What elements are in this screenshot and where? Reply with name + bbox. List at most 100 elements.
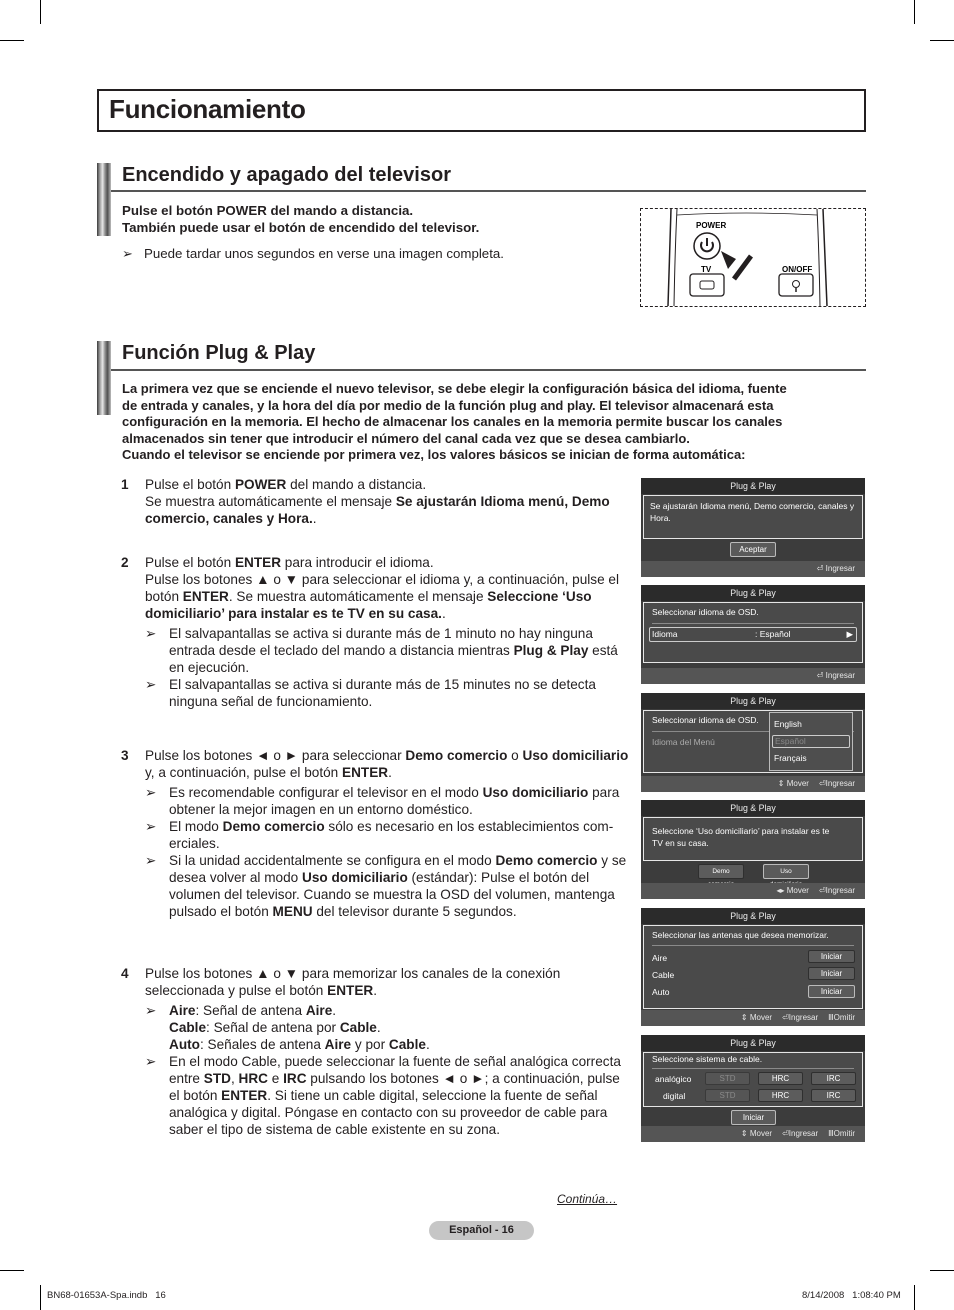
remote-tv-label: TV <box>701 265 712 274</box>
updown-icon: ⇕ <box>777 779 787 788</box>
osd-header: Plug & Play <box>641 908 865 924</box>
start-button[interactable]: Iniciar <box>731 1110 776 1125</box>
digital-std-option[interactable]: STD <box>705 1089 750 1102</box>
intro-line: Cuando el televisor se enciende por prim… <box>122 447 746 462</box>
step-note: ➢ El salvapantallas se activa si durante… <box>145 626 618 675</box>
language-value: : Español <box>755 629 791 639</box>
osd-screen-4: Plug & Play Seleccione ‘Uso domiciliario… <box>641 800 865 899</box>
analog-hrc-option[interactable]: HRC <box>758 1072 803 1085</box>
osd-panel: Seleccionar idioma de OSD. Idioma del Me… <box>643 710 863 773</box>
step-note: ➢ El modo Demo comercio sólo es necesari… <box>145 819 614 851</box>
power-note: ➢ Puede tardar unos segundos en verse una… <box>122 246 504 263</box>
osd-panel: Seleccionar las antenas que desea memori… <box>643 925 863 1009</box>
osd-message: Seleccionar las antenas que desea memori… <box>652 930 829 940</box>
intro-line: de entrada y canales, y la hora del día … <box>122 397 774 413</box>
step-2: 2 Pulse el botón ENTER para introducir e… <box>121 554 631 710</box>
tv-button-icon <box>689 273 725 297</box>
osd-header: Plug & Play <box>641 800 865 816</box>
osd-panel: Seleccione ‘Uso domiciliario’ para insta… <box>643 817 863 861</box>
step-number: 2 <box>121 555 129 570</box>
digital-irc-option[interactable]: IRC <box>811 1089 856 1102</box>
arrow-icon: ➢ <box>145 1054 157 1069</box>
updown-icon: ⇕ <box>740 1129 750 1138</box>
start-cable-button[interactable]: Iniciar <box>808 967 855 980</box>
osd-footer: ⇕ Mover ⏎ Ingresar Ⅲ Omitir <box>641 1010 865 1026</box>
updown-icon: ⇕ <box>740 1013 750 1022</box>
section-rule <box>111 369 866 371</box>
osd-screen-1: Plug & Play Se ajustarán Idioma menú, De… <box>641 478 865 577</box>
crop-mark <box>930 1270 954 1271</box>
menu-language-label: Idioma del Menú <box>652 737 715 747</box>
digital-hrc-option[interactable]: HRC <box>758 1089 803 1102</box>
power-instruction: Pulse el botón POWER del mando a distanc… <box>122 203 479 236</box>
crop-mark <box>40 1285 41 1310</box>
arrow-icon: ➢ <box>145 626 157 641</box>
option-english[interactable]: English <box>774 719 802 729</box>
option-francais[interactable]: Français <box>774 753 807 763</box>
step-number: 3 <box>121 748 129 763</box>
step-body: Pulse los botones ◄ o ► para seleccionar… <box>145 748 629 780</box>
step-note: ➢ En el modo Cable, puede seleccionar la… <box>145 1054 621 1137</box>
page-number-badge: Español - 16 <box>429 1221 534 1240</box>
remote-illustration: POWER TV ON/OFF <box>640 208 866 307</box>
footer-timestamp: 8/14/2008 1:08:40 PM <box>802 1290 901 1301</box>
osd-message: Seleccionar idioma de OSD. <box>652 607 759 617</box>
osd-footer: ◂▸ Mover ⏎ Ingresar <box>641 883 865 899</box>
continues-label: Continúa… <box>557 1192 618 1206</box>
step-4: 4 Pulse los botones ▲ o ▼ para memorizar… <box>121 965 631 1138</box>
option-espanol[interactable]: Español <box>772 735 850 748</box>
analog-std-option[interactable]: STD <box>705 1072 750 1085</box>
demo-store-button[interactable]: Demo comercio <box>698 864 744 888</box>
accept-button[interactable]: Aceptar <box>730 542 776 557</box>
arrow-icon: ➢ <box>122 246 133 261</box>
section-rule <box>111 190 866 192</box>
footer-filename: BN68-01653A-Spa.indb 16 <box>47 1290 166 1301</box>
osd-screen-2: Plug & Play Seleccionar idioma de OSD. I… <box>641 585 865 684</box>
step-note: ➢ Si la unidad accidentalmente se config… <box>145 853 627 919</box>
language-label: Idioma <box>652 629 678 639</box>
osd-message: Seleccione sistema de cable. <box>652 1054 763 1064</box>
section-heading-power: Encendido y apagado del televisor <box>122 164 451 186</box>
arrow-icon: ➢ <box>145 819 157 834</box>
arrow-icon: ➢ <box>145 1003 157 1018</box>
antenna-auto-label: Auto <box>652 987 670 997</box>
language-dropdown: English Español Français <box>769 712 853 771</box>
home-use-button[interactable]: Uso domiciliario <box>763 864 809 888</box>
power-line-2: También puede usar el botón de encendido… <box>122 219 480 235</box>
power-line-1: Pulse el botón POWER del mando a distanc… <box>122 203 414 218</box>
language-row[interactable]: Idioma : Español ▶ <box>649 627 857 642</box>
osd-footer: ⇕ Mover ⏎ Ingresar <box>641 776 865 792</box>
section-bar <box>97 163 111 236</box>
osd-footer: ⇕ Mover ⏎ Ingresar Ⅲ Omitir <box>641 1126 865 1142</box>
osd-message: Seleccione ‘Uso domiciliario’ para insta… <box>652 826 830 848</box>
analog-irc-option[interactable]: IRC <box>811 1072 856 1085</box>
page-title-box: Funcionamiento <box>97 89 866 132</box>
step-1: 1 Pulse el botón POWER del mando a dista… <box>121 476 631 527</box>
enter-icon: ⏎ <box>782 1129 789 1138</box>
osd-header: Plug & Play <box>641 585 865 601</box>
osd-screen-6: Plug & Play Seleccione sistema de cable.… <box>641 1035 865 1142</box>
osd-header: Plug & Play <box>641 693 865 709</box>
osd-screen-3: Plug & Play Seleccionar idioma de OSD. I… <box>641 693 865 792</box>
right-arrow-icon: ▶ <box>846 629 853 639</box>
start-air-button[interactable]: Iniciar <box>808 950 855 963</box>
step-number: 4 <box>121 966 129 981</box>
osd-panel: Seleccione sistema de cable. analógico S… <box>643 1052 863 1107</box>
osd-footer: ⏎ Ingresar <box>641 561 865 577</box>
antenna-cable-label: Cable <box>652 970 675 980</box>
osd-message: Se ajustarán Idioma menú, Demo comercio,… <box>650 501 855 523</box>
step-note: ➢ Es recomendable configurar el televiso… <box>145 785 620 817</box>
crop-mark <box>0 1270 24 1271</box>
analog-label: analógico <box>655 1074 692 1084</box>
intro-line: La primera vez que se enciende el nuevo … <box>122 381 787 396</box>
crop-mark <box>0 40 24 41</box>
crop-mark <box>930 40 954 41</box>
remote-onoff-label: ON/OFF <box>782 265 812 274</box>
crop-mark <box>914 1285 915 1310</box>
start-auto-button[interactable]: Iniciar <box>808 985 855 998</box>
section-bar <box>97 341 111 415</box>
remote-drawing: POWER TV ON/OFF <box>667 209 828 306</box>
enter-icon: ⏎ <box>818 779 826 788</box>
leftright-icon: ◂▸ <box>776 886 787 895</box>
arrow-icon: ➢ <box>145 853 157 868</box>
